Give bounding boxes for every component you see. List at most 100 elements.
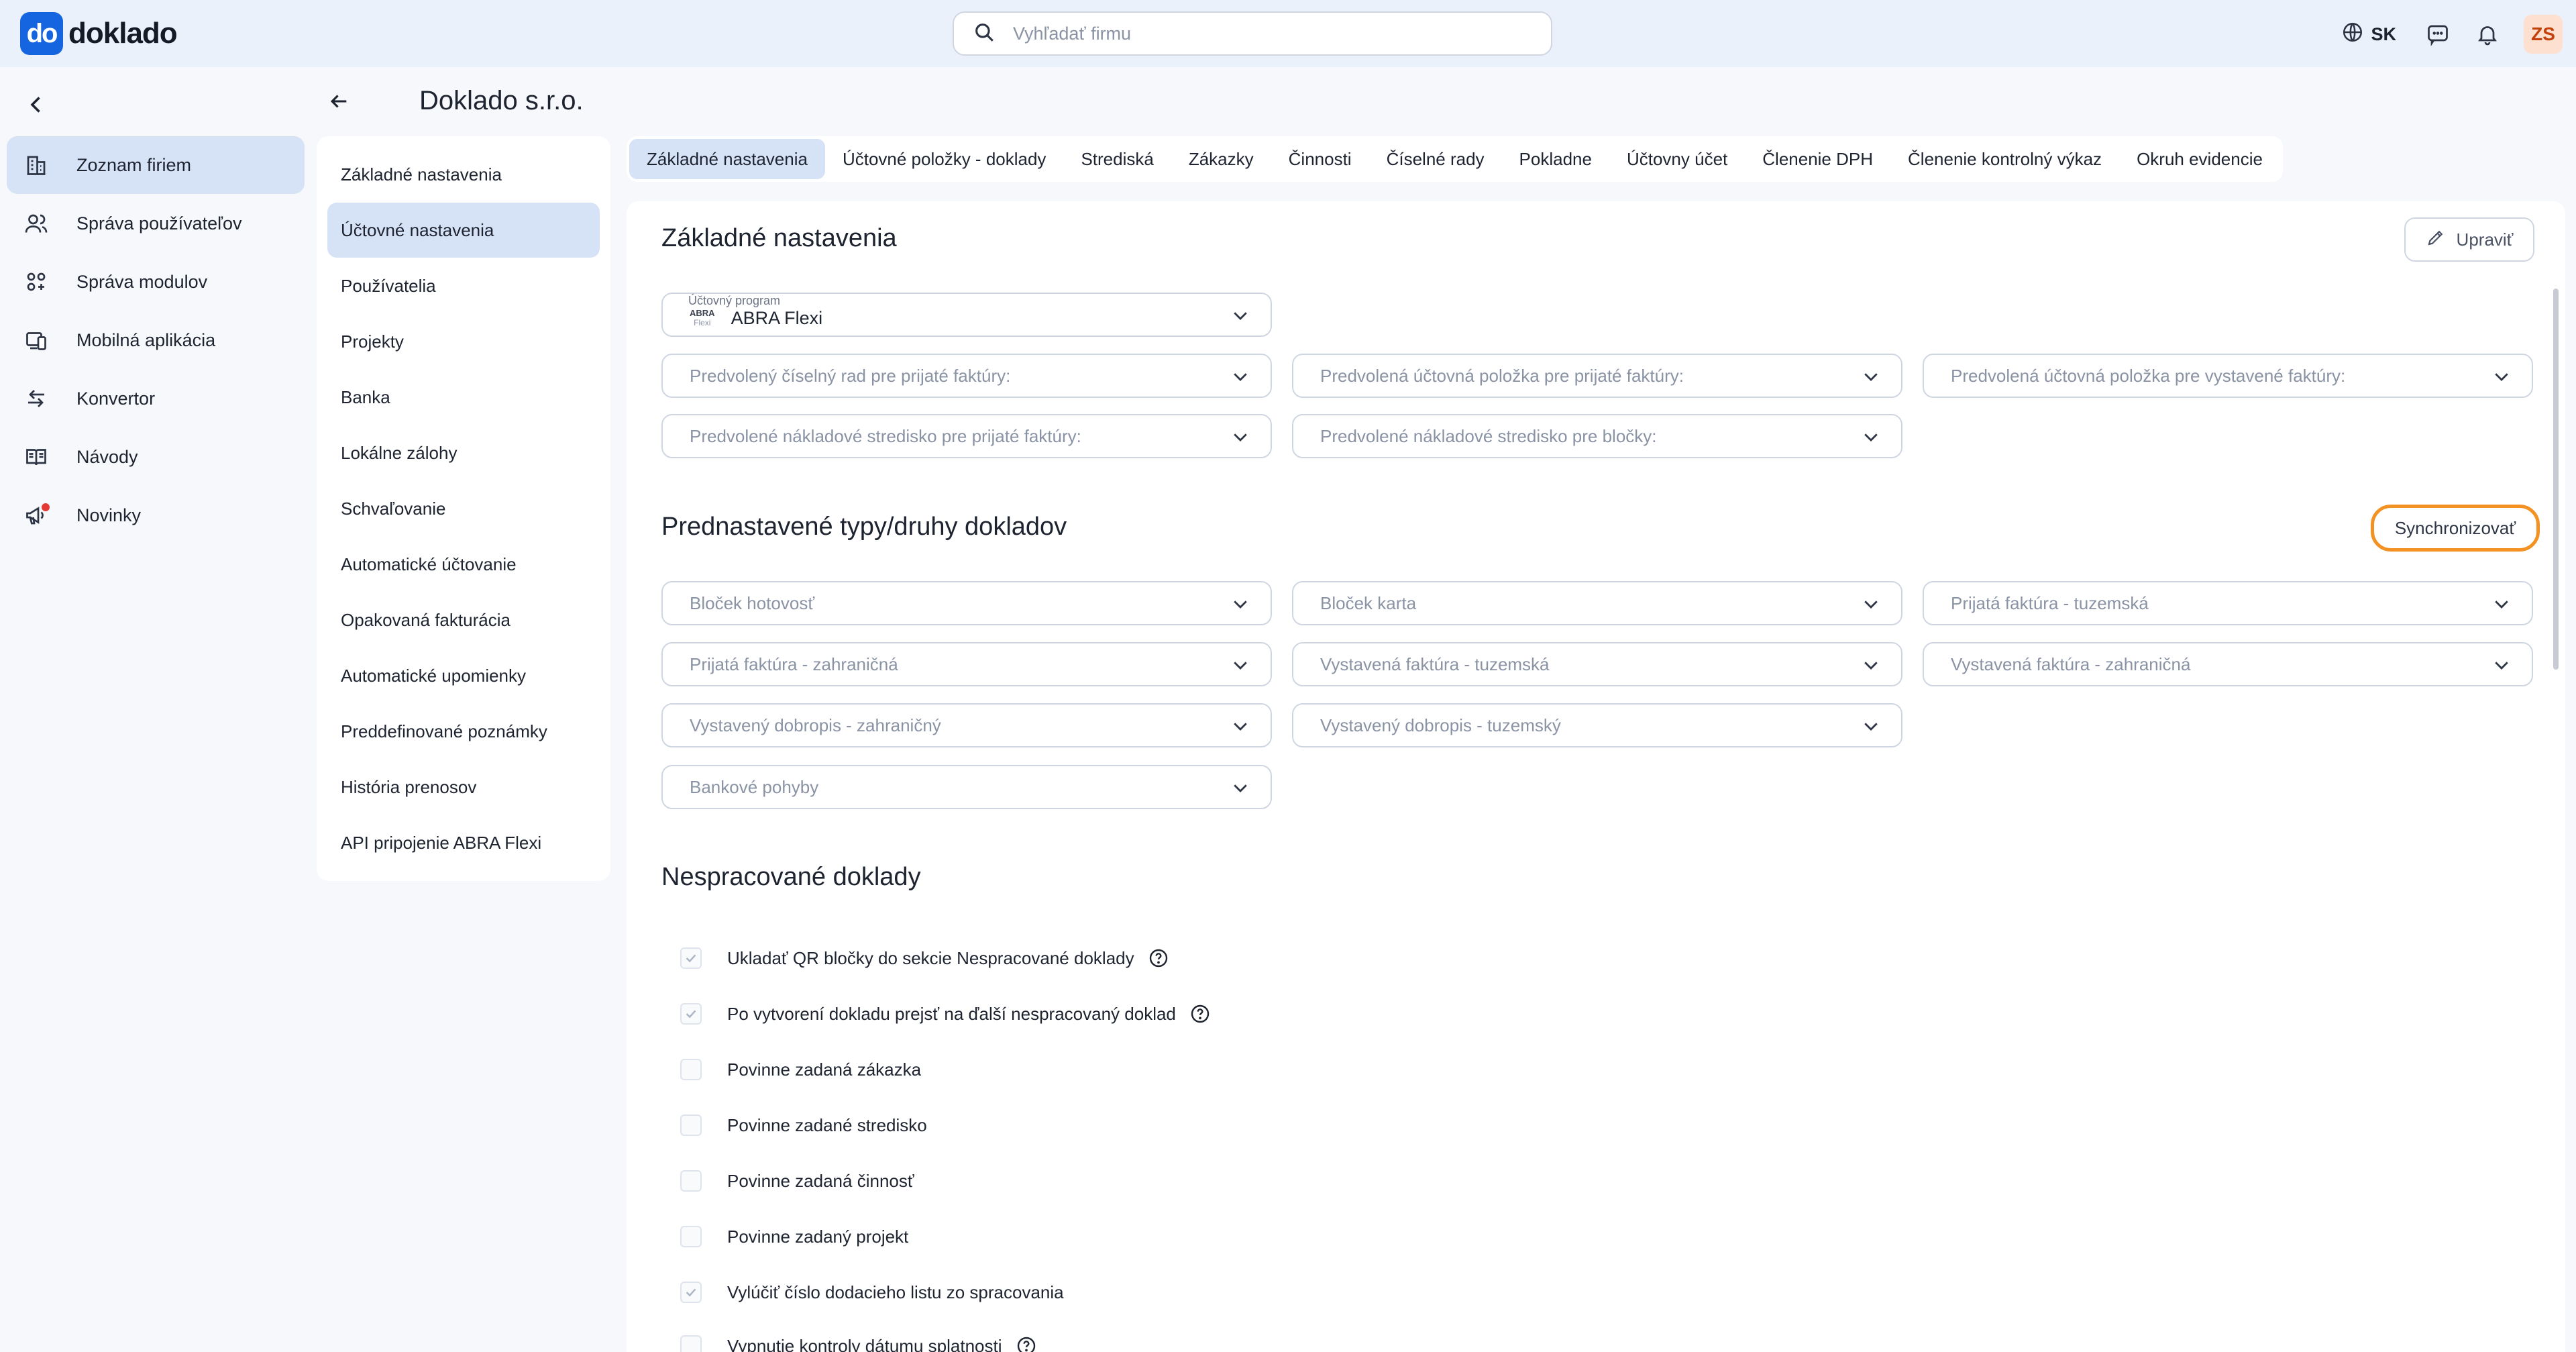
edit-button[interactable]: Upraviť: [2404, 217, 2534, 262]
settings-tabs: Základné nastavenia Účtovné položky - do…: [627, 136, 2283, 182]
accounting-program-select[interactable]: Účtovný program ABRA Flexi ABRA Flexi: [661, 293, 1272, 337]
check-row-next-document[interactable]: Po vytvorení dokladu prejsť na ďalší nes…: [680, 1003, 1211, 1025]
sidebar-item-users[interactable]: Správa používateľov: [7, 195, 305, 252]
chevron-down-icon: [1230, 778, 1250, 798]
submenu-item-approval[interactable]: Schvaľovanie: [327, 481, 600, 536]
type-select-issued-foreign[interactable]: Vystavená faktúra - zahraničná: [1923, 642, 2533, 686]
check-row-disable-due-date-check[interactable]: Vypnutie kontroly dátumu splatnosti: [680, 1335, 1037, 1352]
building-icon: [23, 152, 50, 178]
checkbox-checked[interactable]: [680, 1282, 702, 1303]
collapse-sidebar-icon[interactable]: [24, 93, 51, 119]
checkbox-unchecked[interactable]: [680, 1335, 702, 1352]
check-row-required-activity[interactable]: Povinne zadaná činnosť: [680, 1170, 914, 1192]
avatar[interactable]: ZS: [2524, 15, 2563, 54]
tab-basic-settings[interactable]: Základné nastavenia: [629, 139, 825, 179]
submenu-item-basic-settings[interactable]: Základné nastavenia: [327, 147, 600, 202]
default-item-issued-select[interactable]: Predvolená účtovná položka pre vystavené…: [1923, 354, 2533, 398]
check-row-exclude-delivery-note[interactable]: Vylúčiť číslo dodacieho listu zo spracov…: [680, 1282, 1064, 1303]
megaphone-icon: [23, 502, 50, 529]
top-bar: do doklado SK ZS: [0, 0, 2576, 67]
tab-control-statement[interactable]: Členenie kontrolný výkaz: [1890, 139, 2119, 179]
language-selector[interactable]: SK: [2341, 21, 2396, 48]
submenu-item-auto-reminders[interactable]: Automatické upomienky: [327, 648, 600, 703]
checkbox-unchecked[interactable]: [680, 1226, 702, 1247]
checkbox-checked[interactable]: [680, 947, 702, 969]
tab-account[interactable]: Účtovny účet: [1609, 139, 1745, 179]
check-row-required-cost-center[interactable]: Povinne zadané stredisko: [680, 1114, 927, 1136]
abra-flexi-logo: ABRA Flexi: [690, 308, 715, 328]
help-icon[interactable]: [1148, 947, 1169, 969]
book-icon: [23, 444, 50, 470]
app-logo[interactable]: do doklado: [20, 12, 178, 55]
scrollbar[interactable]: [2553, 289, 2559, 670]
submenu-item-recurring-invoicing[interactable]: Opakovaná fakturácia: [327, 592, 600, 647]
checkbox-unchecked[interactable]: [680, 1059, 702, 1080]
sidebar-item-guides[interactable]: Návody: [7, 428, 305, 486]
modules-icon: [23, 268, 50, 295]
submenu-item-transfer-history[interactable]: História prenosov: [327, 760, 600, 815]
checkbox-unchecked[interactable]: [680, 1114, 702, 1136]
search-box[interactable]: [953, 11, 1552, 56]
submenu-item-predefined-notes[interactable]: Preddefinované poznámky: [327, 704, 600, 759]
type-select-card-receipt[interactable]: Bloček karta: [1292, 581, 1902, 625]
tab-accounting-items[interactable]: Účtovné položky - doklady: [825, 139, 1063, 179]
chevron-down-icon: [2491, 366, 2512, 386]
help-icon[interactable]: [1189, 1003, 1211, 1025]
default-item-received-select[interactable]: Predvolená účtovná položka pre prijaté f…: [1292, 354, 1902, 398]
chevron-down-icon: [1230, 366, 1250, 386]
default-cost-center-received-select[interactable]: Predvolené nákladové stredisko pre prija…: [661, 414, 1272, 458]
tab-vat-breakdown[interactable]: Členenie DPH: [1745, 139, 1890, 179]
sidebar-item-modules[interactable]: Správa modulov: [7, 253, 305, 311]
tab-record-scope[interactable]: Okruh evidencie: [2119, 139, 2280, 179]
language-label: SK: [2371, 23, 2396, 44]
check-row-save-qr[interactable]: Ukladať QR bločky do sekcie Nespracované…: [680, 947, 1169, 969]
type-select-issued-domestic[interactable]: Vystavená faktúra - tuzemská: [1292, 642, 1902, 686]
tab-activities[interactable]: Činnosti: [1271, 139, 1369, 179]
field-label: Účtovný program: [688, 294, 781, 307]
submenu-item-local-backups[interactable]: Lokálne zálohy: [327, 425, 600, 480]
tab-cost-centers[interactable]: Strediská: [1063, 139, 1171, 179]
submenu-item-bank[interactable]: Banka: [327, 370, 600, 425]
main-sidebar: Zoznam firiem Správa používateľov Správa…: [7, 136, 305, 545]
default-cost-center-receipts-select[interactable]: Predvolené nákladové stredisko pre bločk…: [1292, 414, 1902, 458]
tab-cash-registers[interactable]: Pokladne: [1502, 139, 1609, 179]
submenu-item-api-connection[interactable]: API pripojenie ABRA Flexi: [327, 815, 600, 870]
tab-orders[interactable]: Zákazky: [1171, 139, 1271, 179]
type-select-credit-note-foreign[interactable]: Vystavený dobropis - zahraničný: [661, 703, 1272, 747]
type-select-bank-movements[interactable]: Bankové pohyby: [661, 765, 1272, 809]
section-title-document-types: Prednastavené typy/druhy dokladov: [661, 513, 1067, 541]
sidebar-item-companies[interactable]: Zoznam firiem: [7, 136, 305, 194]
settings-submenu: Základné nastavenia Účtovné nastavenia P…: [317, 136, 610, 881]
check-row-required-order[interactable]: Povinne zadaná zákazka: [680, 1059, 921, 1080]
sidebar-item-converter[interactable]: Konvertor: [7, 370, 305, 427]
chevron-down-icon: [1861, 655, 1881, 675]
default-series-received-select[interactable]: Predvolený číselný rad pre prijaté faktú…: [661, 354, 1272, 398]
submenu-item-auto-accounting[interactable]: Automatické účtovanie: [327, 537, 600, 592]
submenu-item-accounting-settings[interactable]: Účtovné nastavenia: [327, 203, 600, 258]
sidebar-item-news[interactable]: Novinky: [7, 486, 305, 544]
checkbox-checked[interactable]: [680, 1003, 702, 1025]
chat-icon[interactable]: [2424, 21, 2451, 48]
pencil-icon: [2426, 227, 2457, 252]
sidebar-item-mobile[interactable]: Mobilná aplikácia: [7, 311, 305, 369]
bell-icon[interactable]: [2474, 21, 2501, 48]
back-arrow-icon[interactable]: [327, 90, 354, 117]
type-select-received-foreign[interactable]: Prijatá faktúra - zahraničná: [661, 642, 1272, 686]
synchronize-button[interactable]: Synchronizovať: [2371, 505, 2540, 552]
notification-dot: [42, 503, 50, 511]
settings-card: Základné nastavenia Upraviť Účtovný prog…: [627, 201, 2565, 1352]
checkbox-unchecked[interactable]: [680, 1170, 702, 1192]
section-title-unprocessed: Nespracované doklady: [661, 863, 921, 891]
logo-text: doklado: [68, 17, 178, 50]
help-icon[interactable]: [1016, 1335, 1037, 1352]
type-select-received-domestic[interactable]: Prijatá faktúra - tuzemská: [1923, 581, 2533, 625]
type-select-cash-receipt[interactable]: Bloček hotovosť: [661, 581, 1272, 625]
submenu-item-users[interactable]: Používatelia: [327, 258, 600, 313]
chevron-down-icon: [1230, 427, 1250, 447]
check-row-required-project[interactable]: Povinne zadaný projekt: [680, 1226, 908, 1247]
type-select-credit-note-domestic[interactable]: Vystavený dobropis - tuzemský: [1292, 703, 1902, 747]
search-input[interactable]: [1013, 23, 1523, 44]
chevron-down-icon: [1861, 427, 1881, 447]
submenu-item-projects[interactable]: Projekty: [327, 314, 600, 369]
tab-number-series[interactable]: Číselné rady: [1369, 139, 1502, 179]
